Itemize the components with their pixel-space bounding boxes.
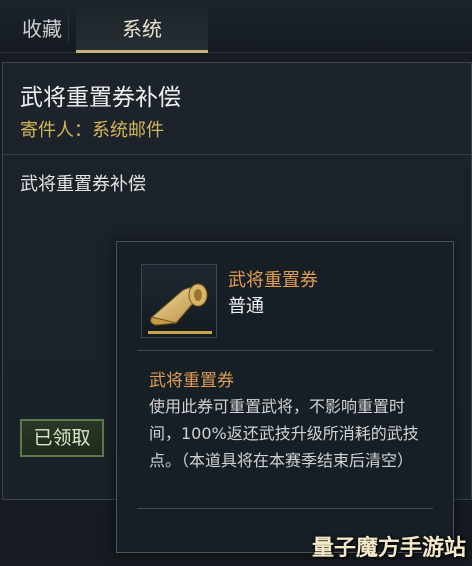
item-name: 武将重置券 [228, 270, 318, 291]
scroll-icon [141, 264, 217, 338]
mail-sender: 寄件人：系统邮件 [20, 120, 164, 141]
watermark: 量子魔方手游站 [311, 536, 466, 561]
description-text: 使用此券可重置武将，不影响重置时间，100%返还武技升级所消耗的武技点。（本道具… [149, 397, 419, 470]
mail-title: 武将重置券补偿 [20, 85, 181, 111]
tooltip-divider [137, 350, 433, 351]
claimed-button[interactable]: 已领取 [20, 419, 104, 457]
item-tooltip: 武将重置券 普通 武将重置券 使用此券可重置武将，不影响重置时间，100%返还武… [116, 241, 454, 553]
mail-divider [3, 154, 471, 155]
tab-divider [68, 14, 69, 44]
description-title: 武将重置券 [149, 371, 234, 391]
tooltip-bottom-divider [137, 508, 433, 509]
tab-bar: 收藏 系统 [0, 0, 472, 53]
tab-favorites[interactable]: 收藏 [0, 8, 66, 50]
item-rarity: 普通 [228, 296, 264, 317]
mail-body: 武将重置券补偿 [20, 174, 146, 195]
tab-system[interactable]: 系统 [76, 8, 208, 53]
